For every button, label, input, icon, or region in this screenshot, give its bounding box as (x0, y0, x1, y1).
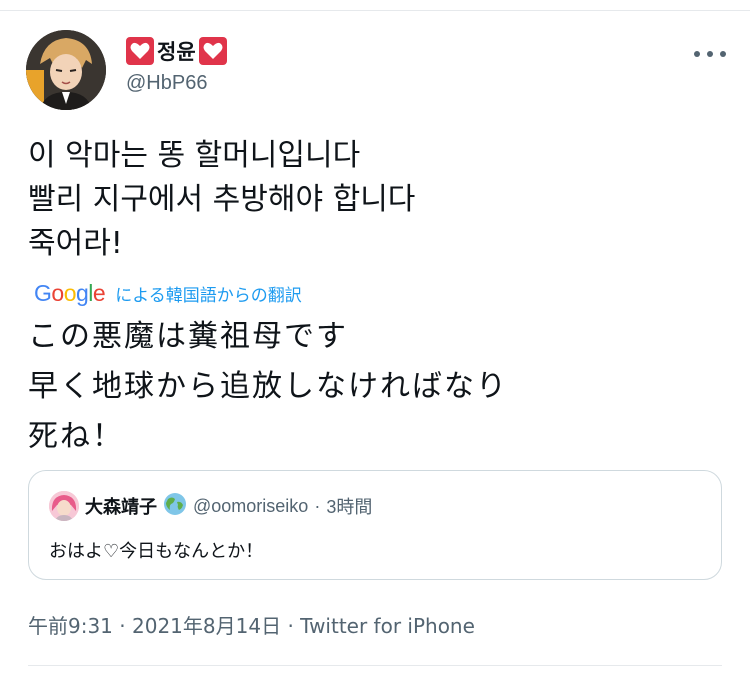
quoted-tweet-text: おはよ♡今日もなんとか！ (49, 541, 264, 562)
tweet-date[interactable]: 2021年8月14日 (132, 614, 281, 638)
translated-text: この悪魔は糞祖母です 早く地球から追放しなければなり 死ね！ (28, 312, 718, 462)
separator-dot: · (287, 614, 294, 638)
quoted-author-name: 大森靖子 (85, 497, 157, 518)
heart-emoji-icon (126, 37, 154, 65)
quoted-author-handle: @oomoriseiko (193, 495, 309, 516)
tweet-meta: 午前9:31 · 2021年8月14日 · Twitter for iPhone (28, 610, 475, 639)
tweet-line: 죽어라! (28, 226, 123, 261)
author-avatar[interactable] (26, 30, 106, 110)
more-options-button[interactable] (694, 44, 726, 64)
more-dot-icon (694, 51, 700, 57)
author-display-name: 정윤 (157, 40, 196, 64)
author-handle[interactable]: @HbP66 (126, 72, 207, 95)
tweet-text: 이 악마는 똥 할머니입니다 빨리 지구에서 추방해야 합니다 죽어라! (28, 134, 718, 266)
quoted-tweet-time: 3時間 (326, 497, 373, 517)
translated-line: 死ね！ (28, 419, 124, 454)
translated-line: この悪魔は糞祖母です (28, 319, 348, 354)
bottom-divider (28, 665, 722, 666)
quoted-tweet[interactable]: 大森靖子 @oomoriseiko · 3時間 おはよ♡今日もなんとか！ (28, 470, 722, 580)
more-dot-icon (720, 51, 726, 57)
tweet-source[interactable]: Twitter for iPhone (300, 614, 475, 638)
globe-emoji-icon (163, 492, 187, 520)
top-divider (0, 10, 750, 11)
tweet-header: 정윤 @HbP66 (26, 30, 726, 110)
translation-attribution[interactable]: Google による韓国語からの翻訳 (34, 280, 302, 307)
separator-dot: · (314, 495, 321, 516)
google-logo: Google (34, 280, 106, 306)
quoted-tweet-header: 大森靖子 @oomoriseiko · 3時間 (49, 491, 372, 521)
heart-emoji-icon (198, 37, 227, 65)
anime-character-avatar-icon (26, 30, 106, 110)
separator-dot: · (119, 614, 126, 638)
tweet-time[interactable]: 午前9:31 (28, 614, 113, 638)
tweet-line: 이 악마는 똥 할머니입니다 (28, 138, 361, 173)
translation-label[interactable]: による韓国語からの翻訳 (115, 281, 302, 306)
translated-line: 早く地球から追放しなければなり (28, 369, 508, 404)
more-dot-icon (707, 51, 713, 57)
tweet-line: 빨리 지구에서 추방해야 합니다 (28, 182, 416, 217)
quoted-author-avatar (49, 491, 79, 521)
author-name-row[interactable]: 정윤 (126, 36, 227, 66)
